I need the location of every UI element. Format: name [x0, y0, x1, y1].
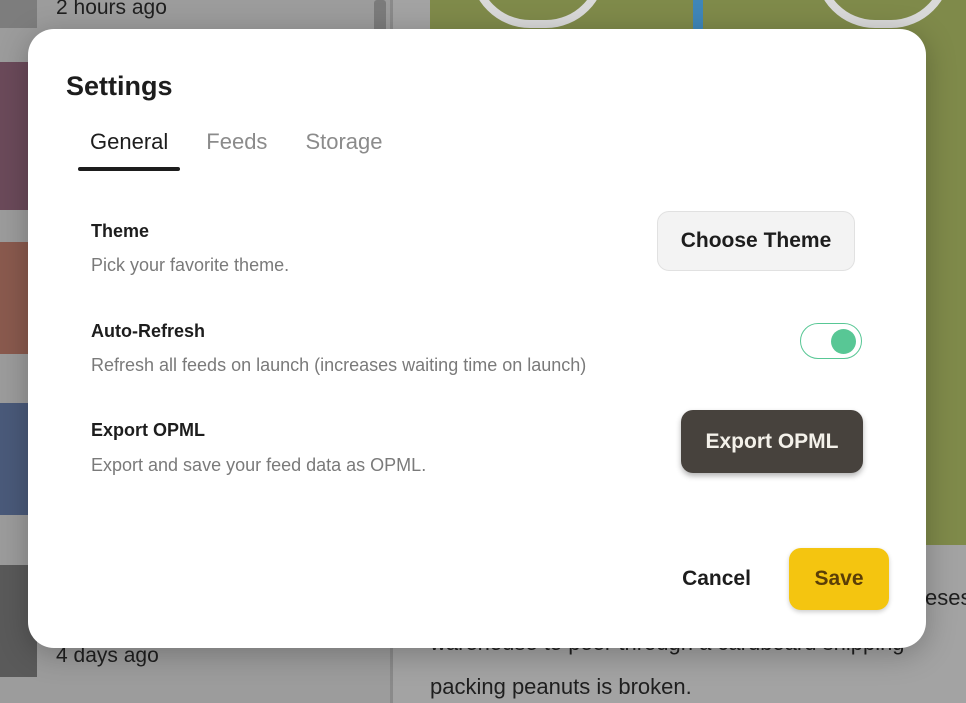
save-button[interactable]: Save [789, 548, 889, 610]
theme-label: Theme [91, 221, 150, 241]
export-opml-description: Export and save your feed data as OPML. [91, 455, 427, 475]
theme-description: Pick your favorite theme. [91, 255, 290, 275]
tab-storage[interactable]: Storage [293, 127, 394, 173]
export-opml-label: Export OPML [91, 420, 206, 440]
auto-refresh-description: Refresh all feeds on launch (increases w… [91, 355, 587, 375]
toggle-knob [831, 329, 856, 354]
tab-feeds[interactable]: Feeds [194, 127, 279, 173]
cancel-button[interactable]: Cancel [664, 548, 769, 610]
tab-general[interactable]: General [78, 127, 181, 173]
settings-tabs: General Feeds Storage [78, 127, 409, 173]
dialog-title: Settings [66, 71, 173, 101]
export-opml-button[interactable]: Export OPML [681, 410, 863, 473]
auto-refresh-label: Auto-Refresh [91, 321, 206, 341]
auto-refresh-toggle[interactable] [800, 323, 862, 359]
settings-dialog: Settings General Feeds Storage Theme Pic… [28, 29, 926, 648]
choose-theme-button[interactable]: Choose Theme [657, 211, 855, 271]
